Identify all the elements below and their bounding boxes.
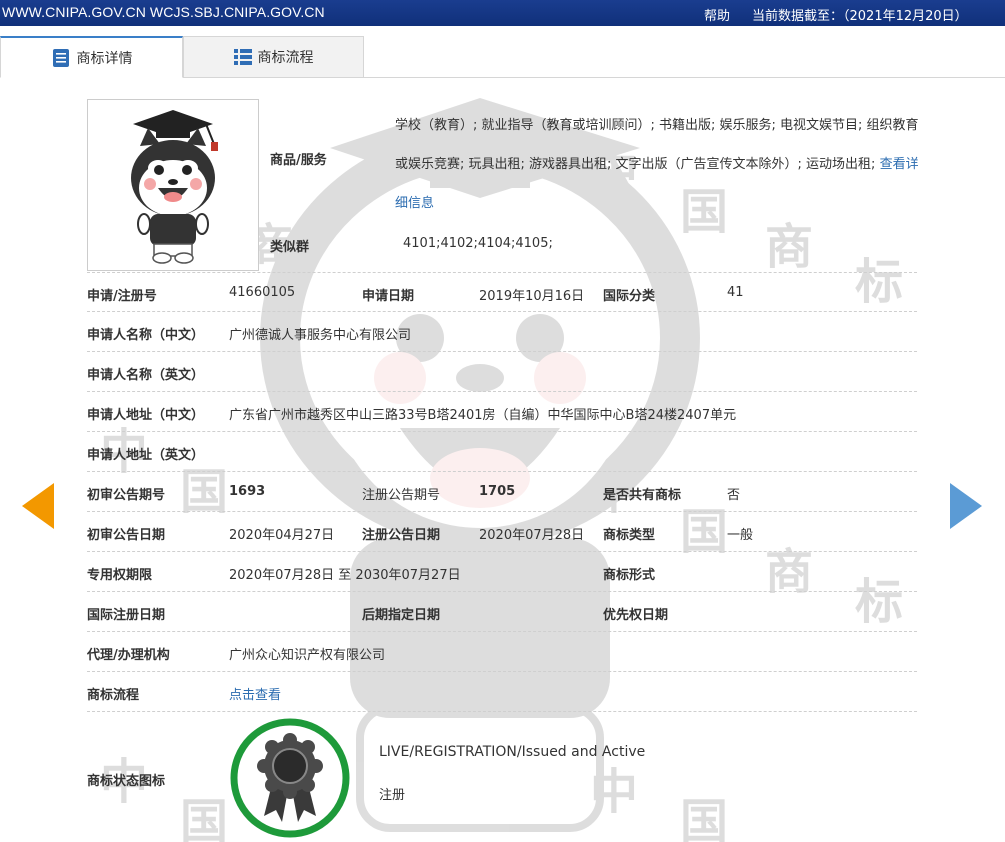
international-class-label: 国际分类 (603, 289, 656, 304)
agency-value: 广州众心知识产权有限公司 (229, 648, 386, 663)
later-designation-date-label: 后期指定日期 (362, 608, 441, 623)
international-class-value: 41 (727, 285, 744, 300)
trademark-process-label: 商标流程 (87, 688, 140, 703)
document-icon (51, 48, 71, 68)
registration-announcement-no-value: 1705 (479, 484, 516, 499)
detail-row: 商标流程 点击查看 (87, 672, 917, 712)
list-icon (233, 49, 252, 65)
similar-group-label: 类似群 (270, 240, 310, 255)
tab-bar: 商标详情 商标流程 (0, 36, 1005, 78)
registration-announcement-date-value: 2020年07月28日 (479, 528, 585, 543)
registration-announcement-date-label: 注册公告日期 (362, 528, 441, 543)
detail-row: 初审公告期号 1693 注册公告期号 1705 是否共有商标 否 (87, 472, 917, 512)
top-bar: WWW.CNIPA.GOV.CN WCJS.SBJ.CNIPA.GOV.CN 帮… (0, 0, 1005, 26)
trademark-form-label: 商标形式 (603, 568, 656, 583)
detail-row: 专用权期限 2020年07月28日 至 2030年07月27日 商标形式 (87, 552, 917, 592)
goods-services-label: 商品/服务 (270, 153, 327, 168)
applicant-name-cn-label: 申请人名称（中文） (87, 328, 205, 343)
trademark-type-label: 商标类型 (603, 528, 656, 543)
applicant-address-en-label: 申请人地址（英文） (87, 448, 205, 463)
application-number-label: 申请/注册号 (87, 289, 157, 304)
detail-row: 代理/办理机构 广州众心知识产权有限公司 (87, 632, 917, 672)
priority-date-label: 优先权日期 (603, 608, 669, 623)
applicant-address-cn-value: 广东省广州市越秀区中山三路33号B塔2401房（自编）中华国际中心B塔24楼24… (229, 408, 737, 423)
prelim-announcement-no-value: 1693 (229, 484, 266, 499)
applicant-name-cn-value: 广州德诚人事服务中心有限公司 (229, 328, 412, 343)
detail-row: 申请人地址（中文） 广东省广州市越秀区中山三路33号B塔2401房（自编）中华国… (87, 392, 917, 432)
status-english: LIVE/REGISTRATION/Issued and Active (379, 744, 646, 760)
svg-text:国: 国 (680, 794, 728, 842)
tab-label: 商标流程 (257, 50, 314, 66)
prelim-announcement-date-label: 初审公告日期 (87, 528, 166, 543)
tab-label: 商标详情 (76, 50, 133, 67)
goods-services-list: 学校（教育）; 就业指导（教育或培训顾问）; 书籍出版; 娱乐服务; 电视文娱节… (395, 118, 919, 172)
trademark-detail-panel: 中 国 商 标 商 中 国 商 标 中 国 中 国 中 国 商品/服务 学校（教… (0, 78, 1005, 842)
exclusive-right-period-value: 2020年07月28日 至 2030年07月27日 (229, 568, 461, 583)
prelim-announcement-no-label: 初审公告期号 (87, 488, 166, 503)
similar-group-value: 4101;4102;4104;4105; (403, 236, 553, 251)
detail-row: 初审公告日期 2020年04月27日 注册公告日期 2020年07月28日 商标… (87, 512, 917, 552)
shared-trademark-value: 否 (727, 488, 741, 503)
detail-row: 申请人名称（英文） (87, 352, 917, 392)
intl-registration-date-label: 国际注册日期 (87, 608, 166, 623)
view-process-link[interactable]: 点击查看 (229, 684, 281, 703)
previous-arrow-icon[interactable] (22, 483, 54, 529)
application-date-value: 2019年10月16日 (479, 289, 585, 304)
shared-trademark-label: 是否共有商标 (603, 488, 682, 503)
svg-text:商: 商 (765, 219, 813, 275)
husky-mascot-image (131, 110, 218, 264)
rosette-badge-icon (230, 718, 350, 838)
application-number-value: 41660105 (229, 285, 296, 300)
detail-row: 申请/注册号 41660105 申请日期 2019年10月16日 国际分类 41 (87, 272, 917, 312)
trademark-type-value: 一般 (727, 528, 754, 543)
detail-row: 申请人地址（英文） (87, 432, 917, 472)
data-as-of: 当前数据截至：（2021年12月20日） (752, 9, 968, 24)
next-arrow-icon[interactable] (950, 483, 982, 529)
prelim-announcement-date-value: 2020年04月27日 (229, 528, 335, 543)
status-chinese: 注册 (379, 788, 406, 803)
registration-announcement-no-label: 注册公告期号 (362, 488, 441, 503)
svg-text:中: 中 (590, 764, 638, 820)
detail-row: 国际注册日期 后期指定日期 优先权日期 (87, 592, 917, 632)
tab-trademark-details[interactable]: 商标详情 (0, 36, 183, 78)
site-urls: WWW.CNIPA.GOV.CN WCJS.SBJ.CNIPA.GOV.CN (2, 4, 325, 20)
exclusive-right-period-label: 专用权期限 (87, 568, 153, 583)
tab-trademark-process[interactable]: 商标流程 (183, 36, 364, 78)
agency-label: 代理/办理机构 (87, 648, 170, 663)
application-date-label: 申请日期 (362, 289, 415, 304)
applicant-address-cn-label: 申请人地址（中文） (87, 408, 205, 423)
trademark-image (87, 99, 259, 271)
status-icon-label: 商标状态图标 (87, 774, 166, 789)
help-link[interactable]: 帮助 (704, 5, 730, 24)
applicant-name-en-label: 申请人名称（英文） (87, 368, 205, 383)
svg-text:国: 国 (180, 794, 228, 842)
goods-services-text: 学校（教育）; 就业指导（教育或培训顾问）; 书籍出版; 娱乐服务; 电视文娱节… (395, 106, 920, 223)
detail-row: 申请人名称（中文） 广州德诚人事服务中心有限公司 (87, 312, 917, 352)
